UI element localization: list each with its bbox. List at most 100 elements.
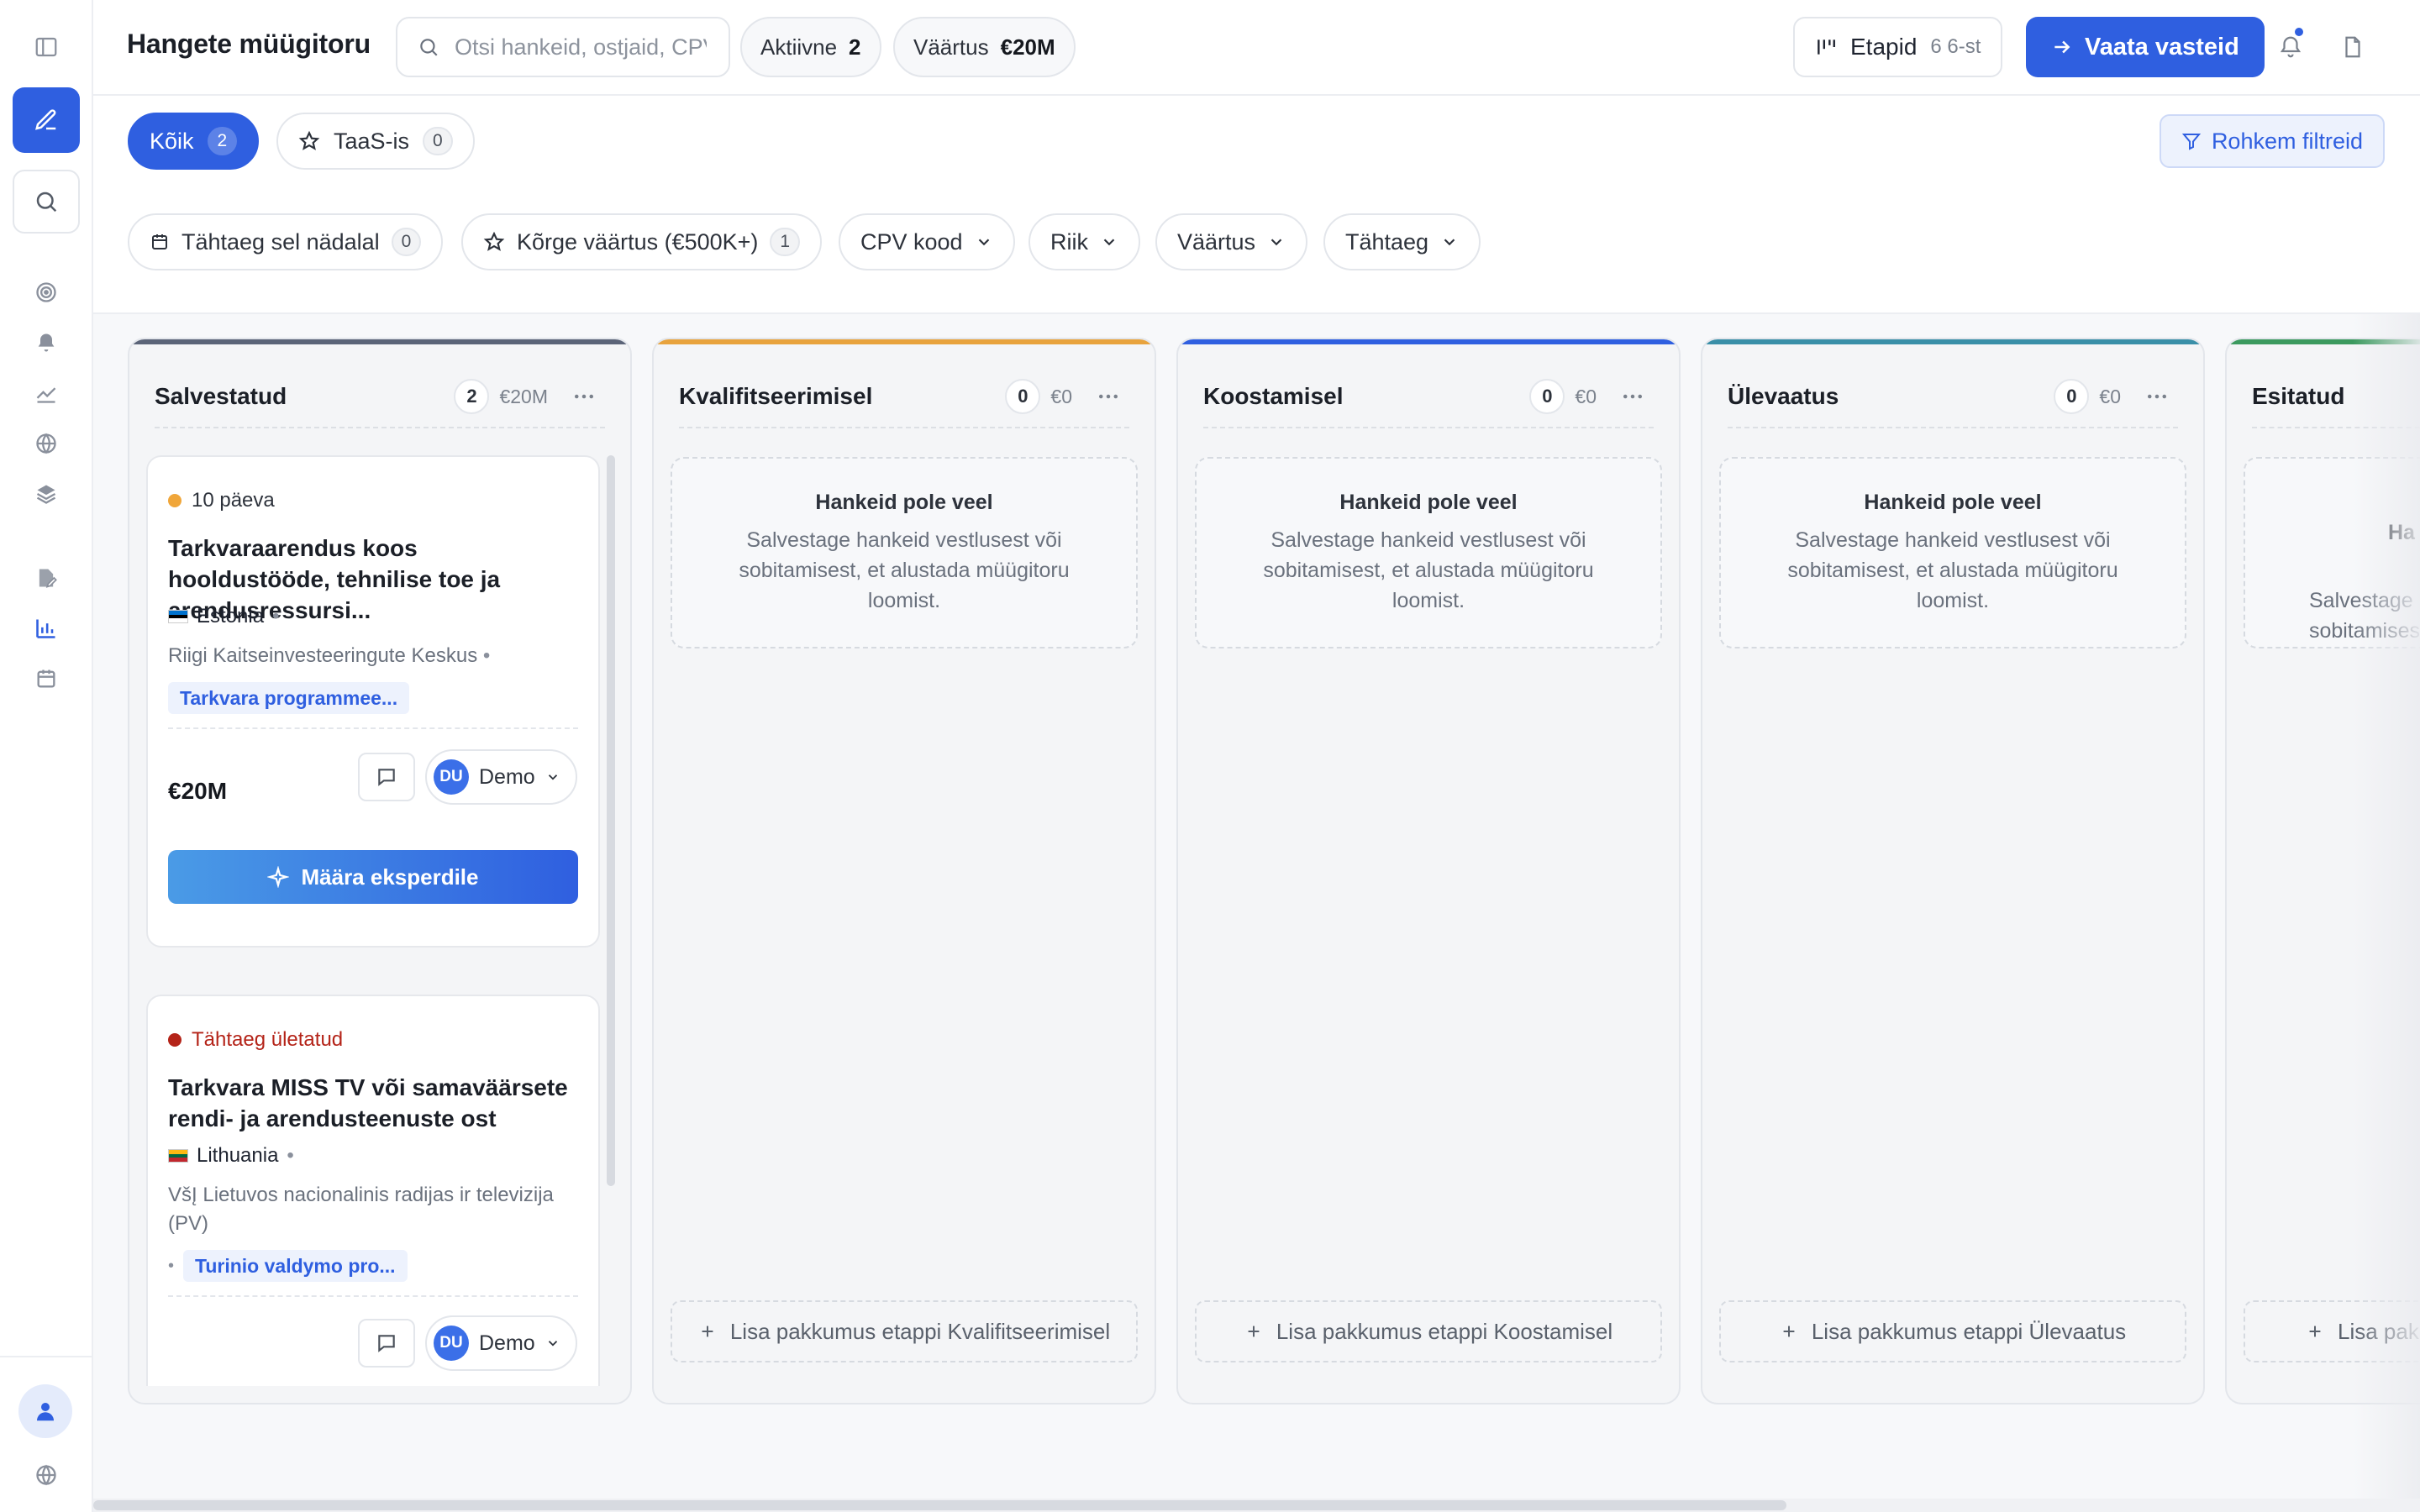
empty-title: Hankeid pole veel xyxy=(815,491,993,514)
column-header: Koostamisel 0 €0 xyxy=(1203,370,1654,428)
new-chat-button[interactable] xyxy=(13,87,80,153)
column-scrollbar[interactable] xyxy=(607,455,615,1186)
filter-icon xyxy=(2181,131,2202,151)
stages-label: Etapid xyxy=(1850,34,1918,60)
filter-deadline-dropdown[interactable]: Tähtaeg xyxy=(1323,213,1481,270)
country-name: Estonia xyxy=(197,605,265,627)
empty-title: Ha xyxy=(2388,521,2415,544)
view-responses-button[interactable]: Vaata vasteid xyxy=(2026,17,2265,77)
filter-cpv-dropdown[interactable]: CPV kood xyxy=(839,213,1015,270)
sidebar-toggle-icon[interactable] xyxy=(24,25,68,69)
column-count: 0 xyxy=(1529,379,1565,414)
column-submitted: Esitatud Ha Salvestage sobitamises Lisa … xyxy=(2225,338,2420,1404)
arrow-right-icon xyxy=(2051,36,2073,58)
layers-icon[interactable] xyxy=(24,472,68,516)
separator: • xyxy=(272,605,280,627)
tab-taas[interactable]: TaaS-is 0 xyxy=(276,113,475,170)
column-title: Koostamisel xyxy=(1203,383,1344,409)
view-responses-label: Vaata vasteid xyxy=(2085,33,2239,60)
trend-icon[interactable] xyxy=(24,371,68,415)
comment-button[interactable] xyxy=(358,1319,415,1368)
document-icon xyxy=(2340,34,2365,60)
tab-all-count: 2 xyxy=(207,127,238,155)
column-header: Salvestatud 2 €20M xyxy=(155,370,605,428)
add-offer-label: Lisa pakkumus etappi Ülevaatus xyxy=(1811,1318,2127,1344)
column-value: €0 xyxy=(1575,385,1597,407)
assignee-dropdown[interactable]: DU Demo xyxy=(425,749,577,805)
card-divider xyxy=(168,1295,578,1297)
top-bar: Hangete müügitoru Aktiivne 2 Väärtus €20… xyxy=(93,0,2420,96)
buyer-name: VšĮ Lietuvos nacionalinis radijas ir tel… xyxy=(168,1184,554,1235)
add-offer-button[interactable]: Lisa pakkumus etappi Koostamisel xyxy=(1195,1300,1662,1362)
tab-all[interactable]: Kõik 2 xyxy=(128,113,260,170)
search-nav-button[interactable] xyxy=(13,170,80,234)
bell-nav-icon[interactable] xyxy=(24,321,68,365)
filter-cpv-label: CPV kood xyxy=(860,228,963,255)
filter-high-value[interactable]: Kõrge väärtus (€500K+) 1 xyxy=(461,213,823,270)
chevron-down-icon xyxy=(1100,233,1118,251)
column-title: Ülevaatus xyxy=(1728,383,1839,409)
tab-all-label: Kõik xyxy=(150,128,194,154)
filter-deadline-this-week[interactable]: Tähtaeg sel nädalal 0 xyxy=(128,213,444,270)
add-offer-button[interactable]: Lisa pakkumus etappi Kvalifitseerimisel xyxy=(671,1300,1138,1362)
page-title: Hangete müügitoru xyxy=(127,29,371,59)
column-title: Esitatud xyxy=(2252,383,2345,409)
cpv-tag: Tarkvara programmee... xyxy=(168,682,410,714)
assign-expert-button[interactable]: Määra eksperdile xyxy=(168,850,578,904)
language-globe-icon[interactable] xyxy=(24,1453,68,1497)
chevron-down-icon xyxy=(1440,233,1459,251)
add-offer-label: Lisa pakkumus etappi Koostamisel xyxy=(1276,1318,1613,1344)
filter-deadline-dd-label: Tähtaeg xyxy=(1345,228,1429,255)
more-horizontal-icon[interactable] xyxy=(1096,384,1129,409)
column-drafting: Koostamisel 0 €0 Hankeid pole veel Salve… xyxy=(1176,338,1681,1404)
calendar-nav-icon[interactable] xyxy=(24,657,68,701)
notifications-button[interactable] xyxy=(2274,25,2307,64)
more-horizontal-icon[interactable] xyxy=(1620,384,1654,409)
search-icon xyxy=(418,36,439,58)
column-review: Ülevaatus 0 €0 Hankeid pole veel Salvest… xyxy=(1701,338,2205,1404)
add-offer-button[interactable]: Lisa pak xyxy=(2244,1300,2420,1362)
assignee-dropdown[interactable]: DU Demo xyxy=(425,1315,577,1371)
plus-icon xyxy=(698,1322,717,1341)
pipeline-chart-icon[interactable] xyxy=(24,606,68,650)
filter-value-dropdown[interactable]: Väärtus xyxy=(1155,213,1308,270)
comment-button[interactable] xyxy=(358,753,415,801)
search-input[interactable] xyxy=(455,34,707,60)
filter-country-label: Riik xyxy=(1050,228,1088,255)
column-title: Salvestatud xyxy=(155,383,287,409)
sparkle-icon xyxy=(267,866,290,888)
rail-divider xyxy=(0,1356,93,1357)
assignee-avatar: DU xyxy=(434,1326,469,1361)
document-button[interactable] xyxy=(2336,30,2370,64)
stages-button[interactable]: Etapid 6 6-st xyxy=(1793,17,2003,77)
star-icon xyxy=(298,130,320,152)
add-offer-button[interactable]: Lisa pakkumus etappi Ülevaatus xyxy=(1719,1300,2186,1362)
card-divider xyxy=(168,727,578,729)
user-avatar[interactable] xyxy=(18,1384,72,1438)
more-horizontal-icon[interactable] xyxy=(571,384,605,409)
more-filters-label: Rohkem filtreid xyxy=(2211,128,2363,154)
country: Estonia • xyxy=(168,605,279,628)
more-filters-button[interactable]: Rohkem filtreid xyxy=(2159,114,2385,168)
filter-deadline-label: Tähtaeg sel nädalal xyxy=(182,228,380,255)
assignee-name: Demo xyxy=(479,764,535,789)
tender-card[interactable]: 10 päeva Tarkvaraarendus koos hooldustöö… xyxy=(146,455,600,948)
empty-description: Salvestage hankeid vestlusest või sobita… xyxy=(1787,528,2118,612)
more-horizontal-icon[interactable] xyxy=(2144,384,2178,409)
chevron-down-icon xyxy=(545,769,560,785)
globe-nav-icon[interactable] xyxy=(24,422,68,465)
horizontal-scrollbar-thumb[interactable] xyxy=(93,1500,1786,1510)
tender-card[interactable]: Tähtaeg ületatud Tarkvara MISS TV või sa… xyxy=(146,995,600,1386)
country: Lithuania • xyxy=(168,1144,294,1168)
deadline-badge: Tähtaeg ületatud xyxy=(168,1028,343,1052)
target-icon[interactable] xyxy=(24,270,68,314)
tender-title[interactable]: Tarkvara MISS TV või samaväärsete rendi-… xyxy=(168,1072,578,1134)
column-value: €20M xyxy=(499,385,548,407)
filter-country-dropdown[interactable]: Riik xyxy=(1028,213,1140,270)
column-value: €0 xyxy=(1050,385,1072,407)
horizontal-scrollbar[interactable] xyxy=(93,1499,2420,1512)
column-header: Esitatud xyxy=(2252,370,2420,428)
calendar-icon xyxy=(150,232,170,252)
document-edit-icon[interactable] xyxy=(24,556,68,600)
search-box[interactable] xyxy=(396,17,730,77)
